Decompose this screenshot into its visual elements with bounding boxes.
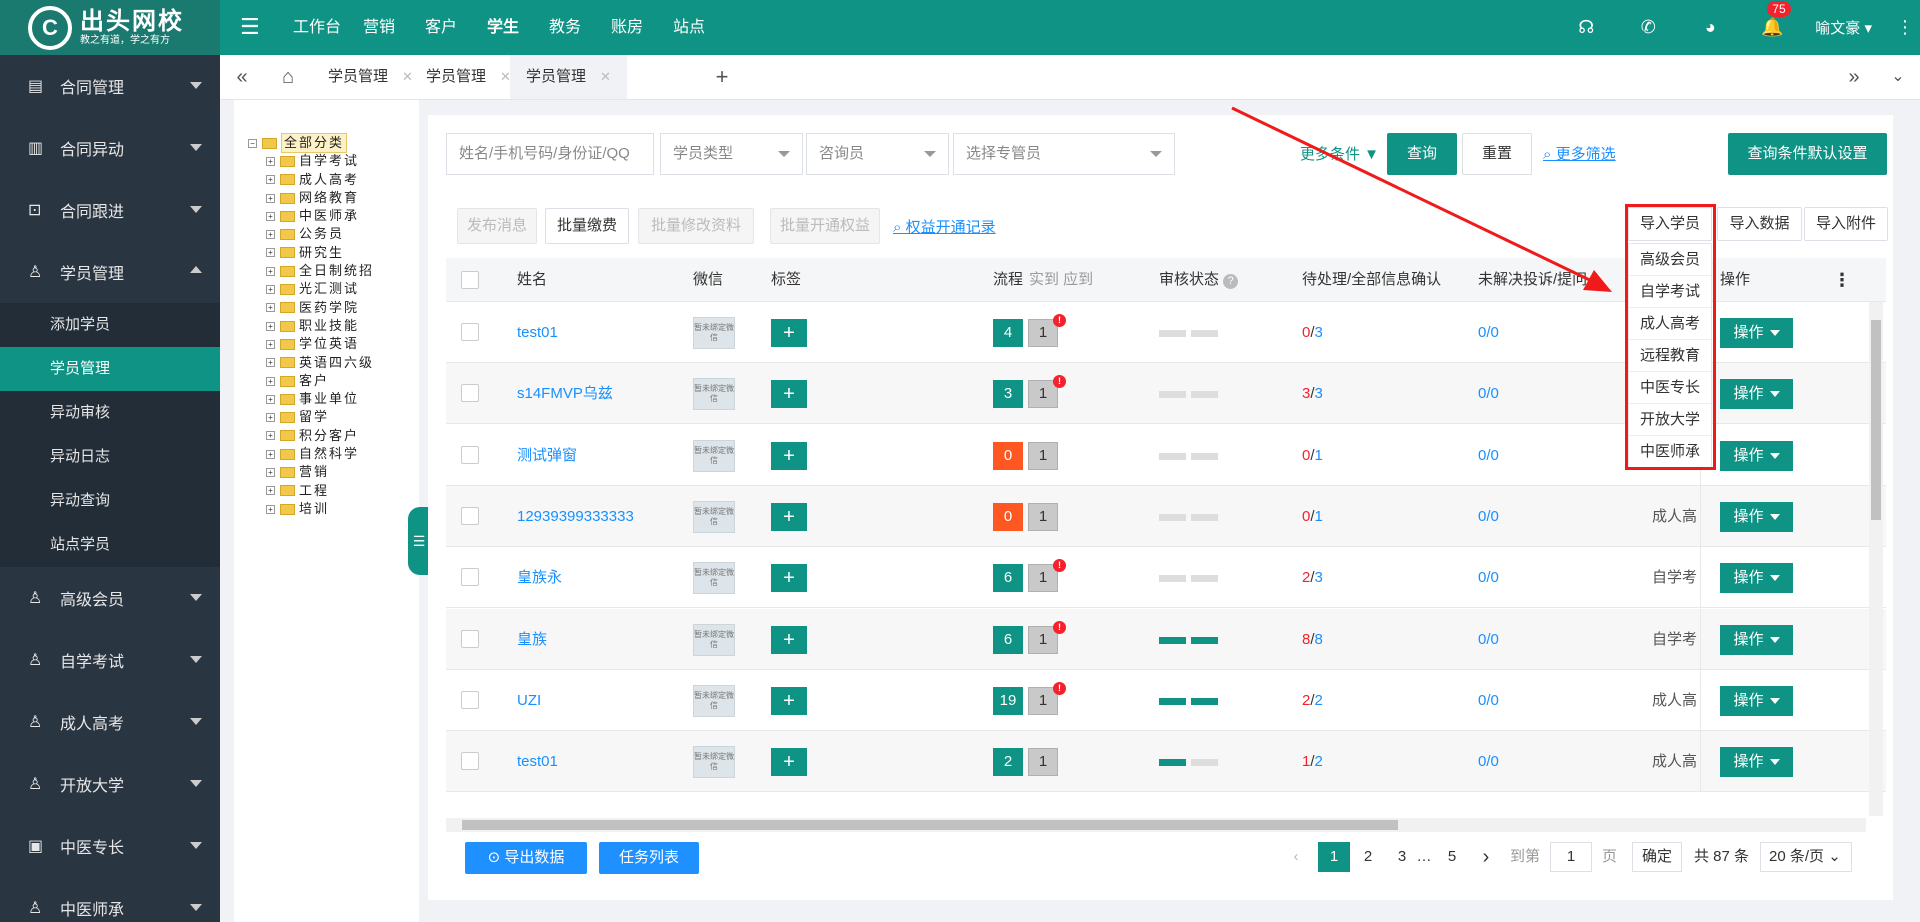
horizontal-scrollbar[interactable] [446, 818, 1866, 832]
scroll-thumb[interactable] [462, 820, 1398, 830]
page-ellipsis: … [1416, 848, 1432, 865]
scroll-thumb[interactable] [1871, 320, 1881, 520]
page-size-label: 20 条/页 [1769, 848, 1825, 865]
page-unit: 页 [1602, 848, 1618, 865]
next-page-icon[interactable]: › [1476, 842, 1496, 872]
annotation-arrow [1231, 106, 1612, 292]
export-data-label: 导出数据 [504, 849, 565, 866]
arrow-head [1583, 270, 1612, 292]
export-data-button[interactable]: ⊙ 导出数据 [465, 842, 587, 874]
page-number[interactable]: 1 [1318, 842, 1350, 872]
download-icon: ⊙ [487, 849, 501, 866]
page-number[interactable]: 3 [1392, 842, 1412, 872]
goto-confirm-button[interactable]: 确定 [1632, 842, 1682, 872]
vertical-scrollbar[interactable] [1869, 302, 1883, 816]
page-size-select[interactable]: 20 条/页 ⌄ [1760, 842, 1852, 872]
total-count: 共 87 条 [1694, 848, 1750, 865]
goto-page-input[interactable]: 1 [1550, 842, 1592, 872]
page-number[interactable]: 2 [1358, 842, 1378, 872]
arrow-line [1231, 106, 1601, 287]
prev-page-icon[interactable]: ‹ [1286, 842, 1306, 872]
page-number[interactable]: 5 [1442, 842, 1462, 872]
task-list-button[interactable]: 任务列表 [599, 842, 699, 874]
goto-label: 到第 [1510, 848, 1541, 865]
